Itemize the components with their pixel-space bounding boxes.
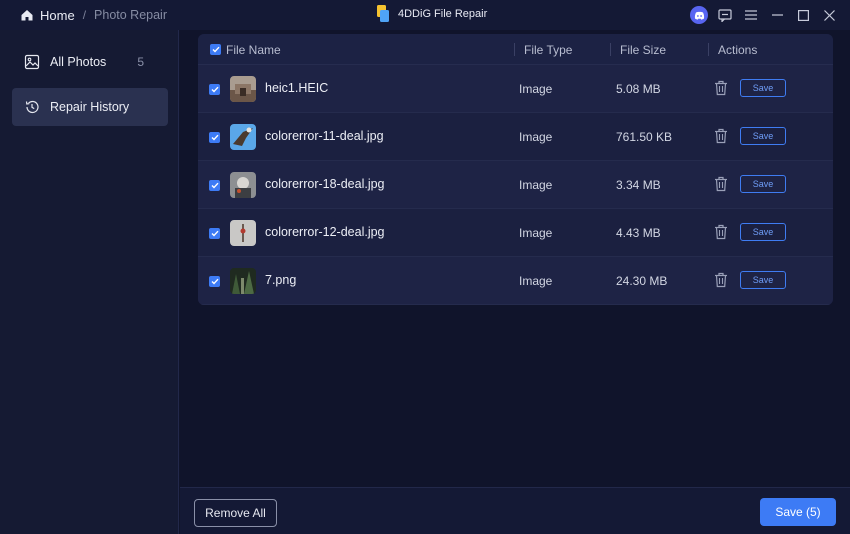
file-thumbnail bbox=[230, 268, 256, 294]
menu-button[interactable] bbox=[738, 4, 764, 26]
table-row[interactable]: heic1.HEIC Image 5.08 MB Save bbox=[198, 65, 833, 113]
select-all-checkbox[interactable] bbox=[210, 44, 221, 55]
column-header-file-size[interactable]: File Size bbox=[620, 43, 666, 57]
save-button[interactable]: Save bbox=[740, 175, 786, 193]
file-thumbnail bbox=[230, 124, 256, 150]
file-thumbnail bbox=[230, 172, 256, 198]
save-button[interactable]: Save bbox=[740, 127, 786, 145]
feedback-button[interactable] bbox=[712, 4, 738, 26]
minimize-icon bbox=[771, 14, 783, 16]
discord-button[interactable] bbox=[686, 4, 712, 26]
file-type: Image bbox=[519, 274, 553, 288]
app-title: 4DDiG File Repair bbox=[376, 5, 487, 23]
check-icon bbox=[211, 86, 219, 93]
row-checkbox[interactable] bbox=[209, 228, 220, 239]
sidebar-item-all-photos[interactable]: All Photos 5 bbox=[12, 43, 168, 81]
sidebar-item-label: All Photos bbox=[50, 55, 107, 69]
table-row[interactable]: colorerror-11-deal.jpg Image 761.50 KB S… bbox=[198, 113, 833, 161]
breadcrumb: Home / Photo Repair bbox=[0, 8, 167, 23]
image-icon bbox=[24, 54, 40, 70]
home-icon[interactable] bbox=[20, 8, 34, 22]
save-button[interactable]: Save bbox=[740, 223, 786, 241]
breadcrumb-current: Photo Repair bbox=[94, 8, 167, 22]
check-icon bbox=[211, 278, 219, 285]
table-row[interactable]: 7.png Image 24.30 MB Save bbox=[198, 257, 833, 305]
trash-icon[interactable] bbox=[714, 224, 728, 240]
table-row[interactable]: colorerror-12-deal.jpg Image 4.43 MB Sav… bbox=[198, 209, 833, 257]
check-icon bbox=[212, 46, 220, 53]
sidebar: All Photos 5 Repair History bbox=[0, 30, 179, 534]
trash-icon[interactable] bbox=[714, 128, 728, 144]
close-button[interactable] bbox=[816, 4, 842, 26]
photo-count: 5 bbox=[137, 55, 144, 69]
column-header-file-type[interactable]: File Type bbox=[524, 43, 572, 57]
file-thumbnail bbox=[230, 76, 256, 102]
file-size: 3.34 MB bbox=[616, 178, 661, 192]
file-type: Image bbox=[519, 82, 553, 96]
window-controls bbox=[686, 4, 842, 26]
minimize-button[interactable] bbox=[764, 4, 790, 26]
save-button[interactable]: Save bbox=[740, 79, 786, 97]
file-type: Image bbox=[519, 130, 553, 144]
maximize-icon bbox=[797, 9, 809, 21]
table-header: File Name File Type File Size Actions bbox=[198, 34, 833, 65]
breadcrumb-home[interactable]: Home bbox=[40, 8, 75, 23]
row-checkbox[interactable] bbox=[209, 132, 220, 143]
footer-bar: Remove All Save (5) bbox=[180, 487, 850, 534]
file-name: colorerror-11-deal.jpg bbox=[265, 129, 384, 143]
hamburger-menu-icon bbox=[745, 10, 757, 20]
row-checkbox[interactable] bbox=[209, 180, 220, 191]
check-icon bbox=[211, 134, 219, 141]
file-name: colorerror-18-deal.jpg bbox=[265, 177, 385, 191]
app-logo-icon bbox=[376, 5, 390, 23]
close-icon bbox=[823, 9, 835, 21]
sidebar-item-label: Repair History bbox=[50, 100, 130, 114]
remove-all-button[interactable]: Remove All bbox=[194, 499, 277, 527]
column-divider bbox=[708, 43, 709, 56]
trash-icon[interactable] bbox=[714, 272, 728, 288]
file-type: Image bbox=[519, 178, 553, 192]
file-name: 7.png bbox=[265, 273, 297, 287]
breadcrumb-separator: / bbox=[82, 8, 87, 22]
row-checkbox[interactable] bbox=[209, 84, 220, 95]
file-size: 5.08 MB bbox=[616, 82, 661, 96]
title-bar: Home / Photo Repair 4DDiG File Repair bbox=[0, 0, 850, 30]
file-table: File Name File Type File Size Actions he… bbox=[198, 34, 833, 305]
sidebar-item-repair-history[interactable]: Repair History bbox=[12, 88, 168, 126]
file-type: Image bbox=[519, 226, 553, 240]
trash-icon[interactable] bbox=[714, 80, 728, 96]
file-size: 24.30 MB bbox=[616, 274, 668, 288]
history-icon bbox=[24, 99, 40, 115]
column-header-actions: Actions bbox=[718, 43, 758, 57]
check-icon bbox=[211, 182, 219, 189]
column-header-file-name[interactable]: File Name bbox=[226, 43, 281, 57]
file-size: 4.43 MB bbox=[616, 226, 661, 240]
file-thumbnail bbox=[230, 220, 256, 246]
column-divider bbox=[514, 43, 515, 56]
maximize-button[interactable] bbox=[790, 4, 816, 26]
column-divider bbox=[610, 43, 611, 56]
discord-icon bbox=[690, 6, 708, 24]
table-row[interactable]: colorerror-18-deal.jpg Image 3.34 MB Sav… bbox=[198, 161, 833, 209]
app-title-text: 4DDiG File Repair bbox=[398, 8, 488, 20]
file-size: 761.50 KB bbox=[616, 130, 673, 144]
save-button[interactable]: Save bbox=[740, 271, 786, 289]
check-icon bbox=[211, 230, 219, 237]
file-name: heic1.HEIC bbox=[265, 81, 329, 95]
save-all-button[interactable]: Save (5) bbox=[760, 498, 836, 526]
file-name: colorerror-12-deal.jpg bbox=[265, 225, 385, 239]
row-checkbox[interactable] bbox=[209, 276, 220, 287]
trash-icon[interactable] bbox=[714, 176, 728, 192]
message-icon bbox=[718, 8, 732, 22]
